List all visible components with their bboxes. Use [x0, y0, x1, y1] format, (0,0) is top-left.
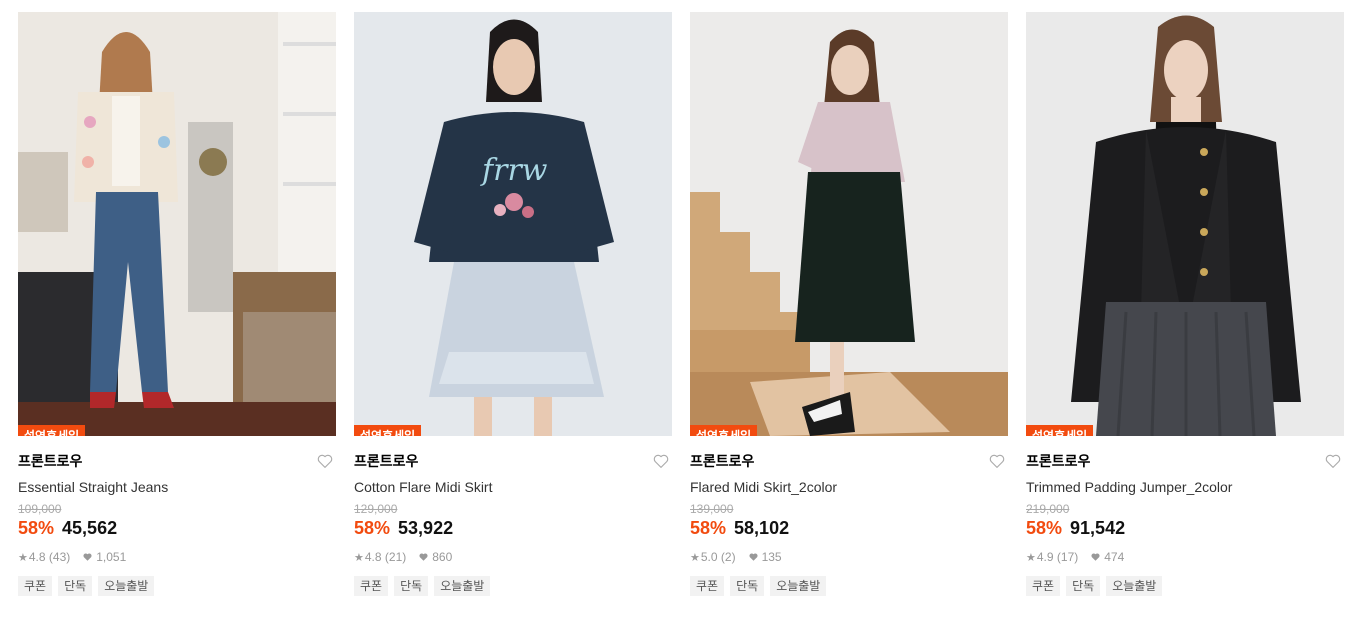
tag-coupon[interactable]: 쿠폰 — [1026, 576, 1061, 596]
product-image[interactable]: 설연휴세일 — [690, 12, 1008, 436]
rating: 5.0 — [700, 550, 718, 564]
star-icon: ★ — [18, 551, 28, 564]
review-count: (21) — [384, 550, 407, 564]
discount-rate: 58% — [1026, 518, 1063, 538]
like-count: 1,051 — [96, 550, 127, 564]
brand-name[interactable]: 프론트로우 — [18, 451, 82, 471]
product-card[interactable]: 설연휴세일 프론트로우 Essential Straight Jeans 109… — [18, 12, 336, 596]
brand-name[interactable]: 프론트로우 — [1026, 451, 1090, 471]
tag-list: 쿠폰 단독 오늘출발 — [690, 576, 1008, 596]
wishlist-heart-icon[interactable] — [988, 452, 1006, 470]
tag-list: 쿠폰 단독 오늘출발 — [354, 576, 672, 596]
discount-rate: 58% — [18, 518, 55, 538]
review-count: (17) — [1056, 550, 1079, 564]
review-stats: ★ 4.8 (43) 1,051 — [18, 550, 336, 564]
review-stats: ★ 5.0 (2) 135 — [690, 550, 1008, 564]
sale-badge: 설연휴세일 — [690, 425, 758, 436]
original-price: 109,000 — [18, 502, 62, 516]
tag-coupon[interactable]: 쿠폰 — [354, 576, 389, 596]
star-icon: ★ — [690, 551, 700, 564]
product-card[interactable]: 설연휴세일 프론트로우 Flared Midi Skirt_2color 139… — [690, 12, 1008, 596]
like-heart-icon — [749, 553, 758, 561]
like-count: 135 — [761, 550, 782, 564]
tag-ships-today[interactable]: 오늘출발 — [98, 576, 155, 596]
sale-price: 45,562 — [62, 518, 118, 538]
review-count: (43) — [48, 550, 71, 564]
product-name[interactable]: Essential Straight Jeans — [18, 478, 336, 496]
like-heart-icon — [1091, 553, 1100, 561]
sale-price: 53,922 — [398, 518, 454, 538]
tag-coupon[interactable]: 쿠폰 — [18, 576, 53, 596]
tag-ships-today[interactable]: 오늘출발 — [770, 576, 827, 596]
product-image[interactable]: 설연휴세일 — [18, 12, 336, 436]
rating: 4.9 — [1036, 550, 1054, 564]
sale-price: 58,102 — [734, 518, 790, 538]
sale-price: 91,542 — [1070, 518, 1126, 538]
brand-name[interactable]: 프론트로우 — [354, 451, 418, 471]
tag-exclusive[interactable]: 단독 — [394, 576, 429, 596]
like-heart-icon — [83, 553, 92, 561]
original-price: 139,000 — [690, 502, 734, 516]
tag-exclusive[interactable]: 단독 — [730, 576, 765, 596]
star-icon: ★ — [1026, 551, 1036, 564]
tag-coupon[interactable]: 쿠폰 — [690, 576, 725, 596]
review-stats: ★ 4.9 (17) 474 — [1026, 550, 1344, 564]
like-count: 474 — [1104, 550, 1125, 564]
product-card[interactable]: 설연휴세일 프론트로우 Trimmed Padding Jumper_2colo… — [1026, 12, 1344, 596]
sale-badge: 설연휴세일 — [18, 425, 86, 436]
sale-badge: 설연휴세일 — [354, 425, 422, 436]
wishlist-heart-icon[interactable] — [1324, 452, 1342, 470]
tag-exclusive[interactable]: 단독 — [1066, 576, 1101, 596]
product-grid: 설연휴세일 프론트로우 Essential Straight Jeans 109… — [18, 12, 1344, 596]
like-count: 860 — [432, 550, 453, 564]
product-card[interactable]: frrw 설연휴세일 프론트로우 Cotton Flare Midi Skirt… — [354, 12, 672, 596]
svg-text:frrw: frrw — [480, 153, 548, 188]
wishlist-heart-icon[interactable] — [316, 452, 334, 470]
review-stats: ★ 4.8 (21) 860 — [354, 550, 672, 564]
tag-ships-today[interactable]: 오늘출발 — [1106, 576, 1163, 596]
review-count: (2) — [720, 550, 736, 564]
product-image[interactable]: frrw 설연휴세일 — [354, 12, 672, 436]
discount-rate: 58% — [354, 518, 391, 538]
product-name[interactable]: Flared Midi Skirt_2color — [690, 478, 1008, 496]
tag-exclusive[interactable]: 단독 — [58, 576, 93, 596]
discount-rate: 58% — [690, 518, 727, 538]
tag-ships-today[interactable]: 오늘출발 — [434, 576, 491, 596]
sale-badge: 설연휴세일 — [1026, 425, 1094, 436]
star-icon: ★ — [354, 551, 364, 564]
rating: 4.8 — [28, 550, 46, 564]
product-name[interactable]: Cotton Flare Midi Skirt — [354, 478, 672, 496]
rating: 4.8 — [364, 550, 382, 564]
tag-list: 쿠폰 단독 오늘출발 — [18, 576, 336, 596]
brand-name[interactable]: 프론트로우 — [690, 451, 754, 471]
original-price: 129,000 — [354, 502, 398, 516]
tag-list: 쿠폰 단독 오늘출발 — [1026, 576, 1344, 596]
product-name[interactable]: Trimmed Padding Jumper_2color — [1026, 478, 1344, 496]
original-price: 219,000 — [1026, 502, 1070, 516]
product-image[interactable]: 설연휴세일 — [1026, 12, 1344, 436]
wishlist-heart-icon[interactable] — [652, 452, 670, 470]
like-heart-icon — [419, 553, 428, 561]
